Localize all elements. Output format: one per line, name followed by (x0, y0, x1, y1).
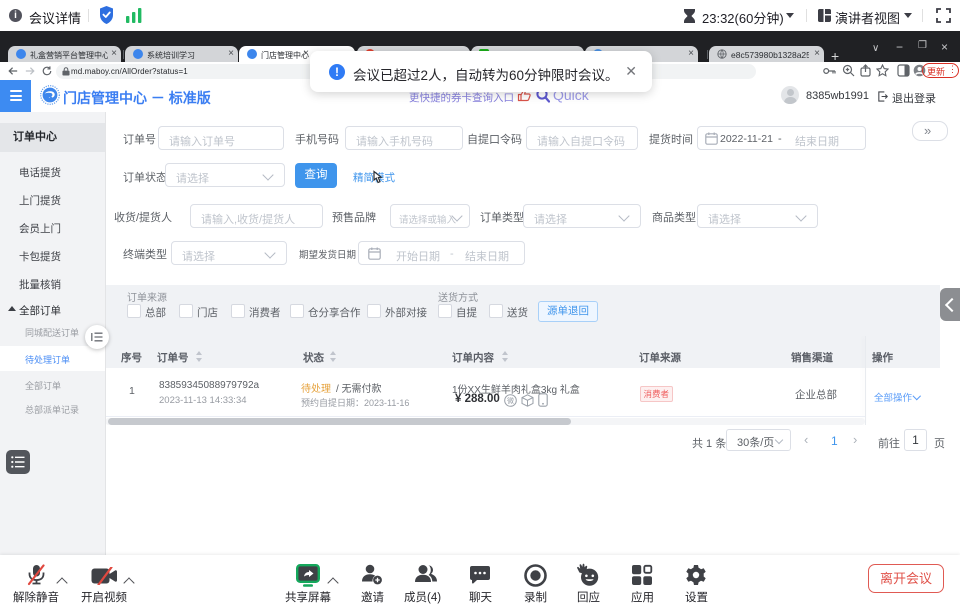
svg-text:微: 微 (507, 396, 514, 405)
